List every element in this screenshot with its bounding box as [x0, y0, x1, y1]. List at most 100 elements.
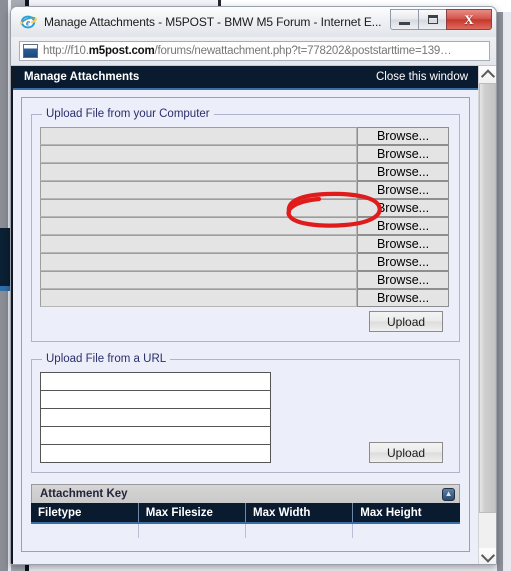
file-upload-row: Browse...: [40, 127, 451, 145]
close-button[interactable]: X: [446, 9, 492, 30]
browse-button-cell: Browse...: [357, 145, 451, 163]
chevron-down-icon: [480, 548, 495, 563]
scrollbar-track[interactable]: [479, 83, 496, 548]
url-prefix: http://f10.: [43, 45, 89, 57]
upload-url-button-row: Upload: [40, 442, 451, 463]
file-upload-row: Browse...: [40, 271, 451, 289]
browse-button-7[interactable]: Browse...: [357, 235, 450, 253]
browse-button-1[interactable]: Browse...: [357, 127, 450, 145]
attachment-key-cell: [245, 523, 354, 538]
upload-url-button[interactable]: Upload: [369, 442, 444, 463]
collapse-glyph: ▲: [444, 489, 453, 498]
address-url-text: http://f10.m5post.com/forums/newattachme…: [43, 45, 452, 57]
address-bar[interactable]: http://f10.m5post.com/forums/newattachme…: [11, 37, 496, 65]
file-input-cell: [40, 235, 358, 253]
browse-button-cell: Browse...: [357, 235, 451, 253]
window-title: Manage Attachments - M5POST - BMW M5 For…: [44, 15, 382, 29]
url-suffix: /forums/newattachment.php?t=778202&posts…: [154, 45, 452, 57]
chevron-up-icon: [480, 68, 495, 83]
upload-files-button[interactable]: Upload: [369, 311, 444, 332]
browse-button-5[interactable]: Browse...: [357, 199, 450, 217]
file-input-cell: [40, 199, 358, 217]
close-icon: X: [464, 12, 474, 27]
page-scrollbar[interactable]: [478, 66, 496, 564]
browse-button-2[interactable]: Browse...: [357, 145, 450, 163]
browse-button-cell: Browse...: [357, 199, 451, 217]
file-input-10[interactable]: [40, 289, 358, 307]
window-title-bar[interactable]: e Manage Attachments - M5POST - BMW M5 F…: [11, 7, 496, 37]
file-input-cell: [40, 217, 358, 235]
scroll-up-button[interactable]: [479, 66, 496, 83]
attachment-key-header-row: Filetype Max Filesize Max Width Max Height: [31, 503, 461, 524]
browse-button-cell: Browse...: [357, 181, 451, 199]
file-upload-row: Browse...: [40, 235, 451, 253]
address-input[interactable]: http://f10.m5post.com/forums/newattachme…: [19, 41, 490, 61]
file-upload-rows: Browse... Browse... Browse... Browse... Brow…: [40, 127, 451, 307]
internet-explorer-icon: e: [19, 13, 37, 31]
file-upload-row: Browse...: [40, 181, 451, 199]
browse-button-4[interactable]: Browse...: [357, 181, 450, 199]
browser-viewport: Manage Attachments Close this window Upl…: [11, 65, 496, 564]
scrollbar-thumb[interactable]: [479, 83, 496, 513]
file-input-1[interactable]: [40, 127, 358, 145]
bg-strip-right-2: [503, 0, 511, 571]
file-upload-row: Browse...: [40, 217, 451, 235]
browse-button-cell: Browse...: [357, 163, 451, 181]
file-upload-row: Browse...: [40, 253, 451, 271]
browse-button-cell: Browse...: [357, 253, 451, 271]
content-panel: Upload File from your Computer Browse...…: [21, 97, 471, 552]
browse-button-cell: Browse...: [357, 217, 451, 235]
maximize-icon: [427, 15, 438, 24]
file-input-9[interactable]: [40, 271, 358, 289]
close-this-window-link[interactable]: Close this window: [376, 71, 468, 83]
maximize-button[interactable]: [418, 9, 447, 30]
file-upload-row: Browse...: [40, 163, 451, 181]
collapse-arrows-icon[interactable]: ▲: [442, 487, 456, 501]
scroll-down-button[interactable]: [479, 548, 496, 564]
page-document-icon: [23, 44, 38, 58]
web-page-content: Manage Attachments Close this window Upl…: [11, 66, 479, 564]
browse-button-10[interactable]: Browse...: [357, 289, 450, 307]
attachment-key-column-header: Filetype: [31, 503, 139, 524]
minimize-icon: [399, 21, 410, 25]
attachment-key-cell: [31, 523, 139, 538]
browse-button-cell: Browse...: [357, 127, 451, 145]
attachment-key-title: Attachment Key: [40, 488, 128, 500]
file-input-cell: [40, 145, 358, 163]
browser-window: e Manage Attachments - M5POST - BMW M5 F…: [10, 6, 497, 565]
browse-button-9[interactable]: Browse...: [357, 271, 450, 289]
url-input-2[interactable]: [40, 390, 271, 409]
browse-button-cell: Browse...: [357, 271, 451, 289]
file-input-4[interactable]: [40, 181, 358, 199]
file-input-2[interactable]: [40, 145, 358, 163]
file-upload-row: Browse...: [40, 289, 451, 307]
file-input-8[interactable]: [40, 253, 358, 271]
browse-button-3[interactable]: Browse...: [357, 163, 450, 181]
attachment-key-table: Filetype Max Filesize Max Width Max Height: [31, 503, 461, 538]
file-input-cell: [40, 127, 358, 145]
url-input-3[interactable]: [40, 408, 271, 427]
file-input-6[interactable]: [40, 217, 358, 235]
file-upload-row: Browse...: [40, 145, 451, 163]
window-controls: X: [390, 9, 492, 30]
file-input-3[interactable]: [40, 163, 358, 181]
file-upload-row: Browse...: [40, 199, 451, 217]
attachment-key-header: Attachment Key ▲: [31, 484, 461, 503]
file-input-cell: [40, 163, 358, 181]
upload-url-legend: Upload File from a URL: [46, 353, 167, 365]
file-input-cell: [40, 181, 358, 199]
file-input-5[interactable]: [40, 199, 358, 217]
attachment-key-column-header: Max Height: [352, 503, 461, 524]
attachment-key-cell: [352, 523, 461, 538]
file-upload-table: Browse... Browse... Browse... Browse... Brow…: [40, 127, 451, 307]
attachment-key-cell: [138, 523, 247, 538]
upload-from-url-fieldset: Upload File from a URL Upload: [31, 353, 461, 473]
browse-button-8[interactable]: Browse...: [357, 253, 450, 271]
minimize-button[interactable]: [390, 9, 419, 30]
file-input-cell: [40, 271, 358, 289]
url-input-1[interactable]: [40, 372, 271, 391]
page-header-bar: Manage Attachments Close this window: [13, 66, 479, 90]
file-input-7[interactable]: [40, 235, 358, 253]
browse-button-6[interactable]: Browse...: [357, 217, 450, 235]
upload-from-computer-fieldset: Upload File from your Computer Browse...…: [31, 108, 461, 342]
